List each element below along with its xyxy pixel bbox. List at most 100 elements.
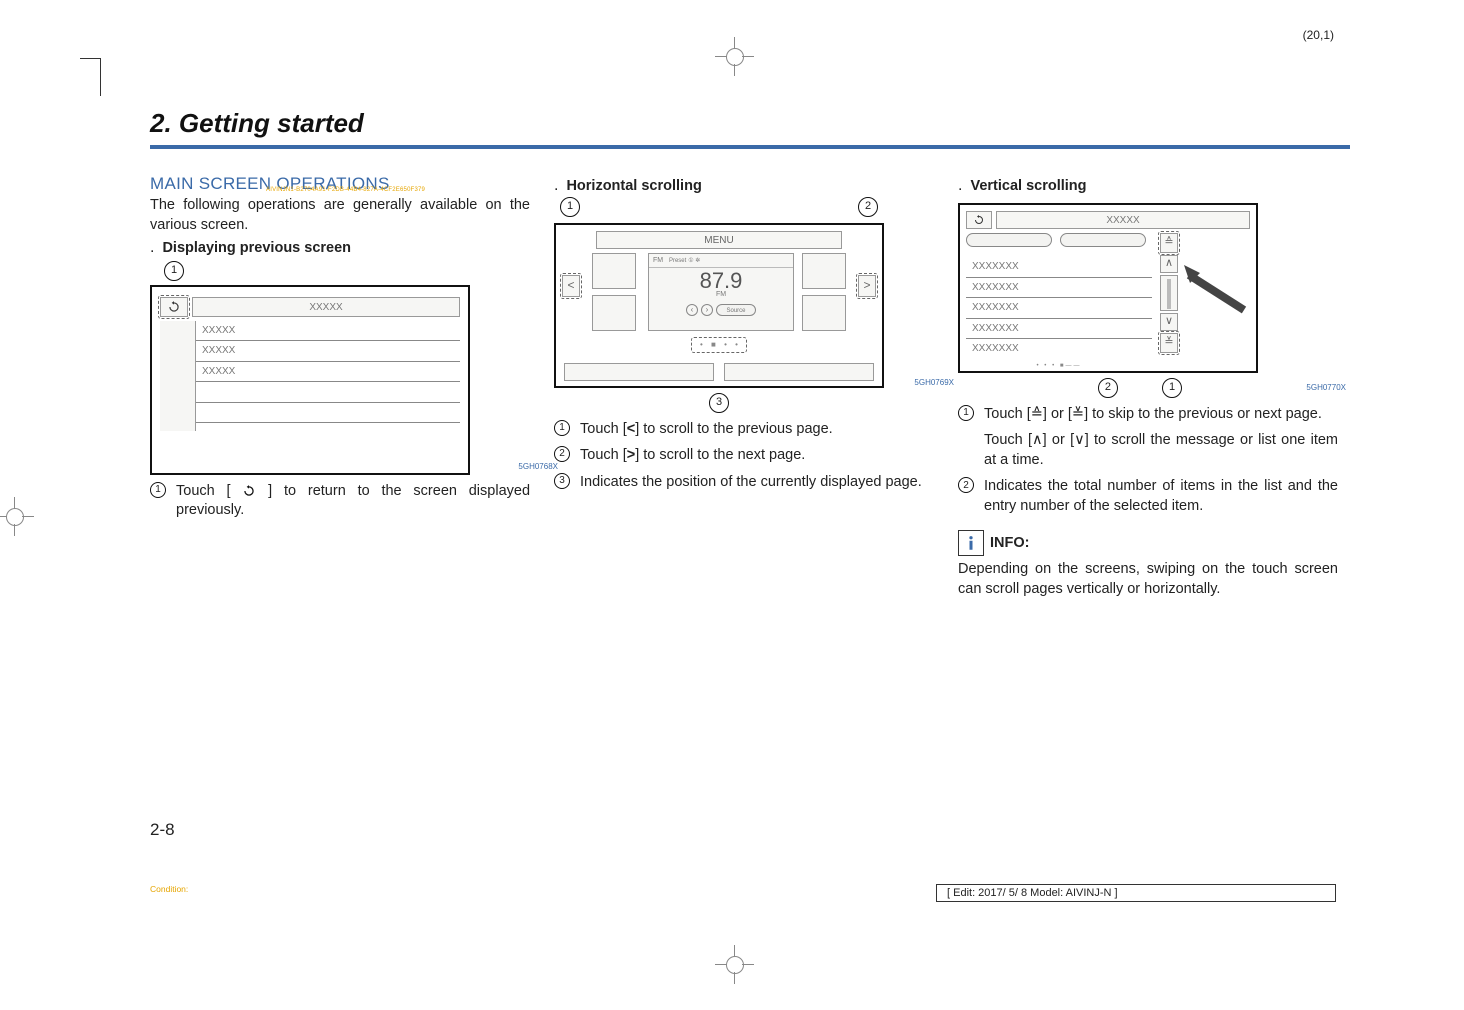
bottom-panel <box>564 363 714 381</box>
tile <box>592 253 636 289</box>
crop-mark-bottom <box>720 950 750 980</box>
bullet-dot-icon: . <box>150 240 154 256</box>
bottom-panel <box>724 363 874 381</box>
back-icon <box>167 300 181 314</box>
circled-3-icon: 3 <box>554 473 570 489</box>
double-chevron-up-icon: ≙ <box>1031 406 1043 422</box>
item-text: Touch [>] to scroll to the next page. <box>580 446 805 466</box>
figure-3: XXXXX XXXXXXX XXXXXXX XXXXXXX XXXXXXX XX… <box>958 203 1258 373</box>
callout-1: 1 <box>1162 378 1182 398</box>
chapter-title: 2. Getting started <box>150 108 1350 139</box>
list-item: XXXXX <box>196 362 460 383</box>
figure-code: 5GH0770X <box>1306 383 1346 394</box>
circled-1-icon: 1 <box>554 420 570 436</box>
scroll-next-button[interactable]: > <box>858 275 876 297</box>
trim-mark-vertical <box>100 58 101 96</box>
skip-up-button[interactable]: ≙ <box>1160 233 1178 253</box>
item-row-sub: Touch [∧] or [∨] to scroll the message o… <box>984 431 1338 470</box>
item-text: Touch [≙] or [≚] to skip to the previous… <box>984 405 1322 425</box>
figure-1: XXXXX XXXXX XXXXX XXXXX <box>150 285 470 475</box>
back-icon <box>973 214 985 226</box>
list-item: XXXXX <box>196 321 460 342</box>
figure-code: 5GH0769X <box>914 378 954 389</box>
back-button[interactable] <box>160 297 188 317</box>
info-label: INFO: <box>990 534 1029 554</box>
page-content: 2. Getting started MAIN SCREEN OPERATION… <box>150 108 1350 600</box>
item-row: 1 Touch [≙] or [≚] to skip to the previo… <box>958 405 1338 425</box>
scrollbar-track <box>1160 275 1178 311</box>
title-underline <box>150 145 1350 149</box>
chevron-down-icon: ∨ <box>1074 432 1085 448</box>
bullet-dot-icon: . <box>554 178 558 194</box>
item-text: Touch [ ] to return to the screen displa… <box>176 482 530 521</box>
info-text: Depending on the screens, swiping on the… <box>958 560 1338 599</box>
item-row: 2 Indicates the total number of items in… <box>958 477 1338 516</box>
circled-2-icon: 2 <box>554 446 570 462</box>
info-box: INFO: <box>958 530 1338 556</box>
source-button[interactable]: Source <box>716 304 756 316</box>
bullet-label: Horizontal scrolling <box>566 177 701 197</box>
callout-2: 2 <box>1098 378 1118 398</box>
tile <box>592 295 636 331</box>
radio-band: FM <box>649 290 793 299</box>
item-row: 3 Indicates the position of the currentl… <box>554 473 934 493</box>
list-item: XXXXXXX <box>966 298 1152 319</box>
radio-tile: FM Preset ① ✲ 87.9 FM ‹ › Source <box>648 253 794 331</box>
tune-up-icon[interactable]: › <box>701 304 713 316</box>
tile <box>802 253 846 289</box>
bullet-row: . Displaying previous screen <box>150 239 530 259</box>
item-text: Touch [<] to scroll to the previous page… <box>580 420 833 440</box>
tab-pill <box>1060 233 1146 247</box>
guid-code: AIVINJN1-B2704A91-F2DB-44B4-827A-4CF2E65… <box>266 186 425 194</box>
list-item: XXXXXXX <box>966 278 1152 299</box>
figure-code: 5GH0768X <box>518 462 558 473</box>
circled-1-icon: 1 <box>958 405 974 421</box>
bullet-dot-icon: . <box>958 178 962 194</box>
scroll-left-symbol: < <box>627 421 635 437</box>
page-number: 2-8 <box>150 820 175 840</box>
list-item <box>196 423 460 443</box>
condition-label: Condition: <box>150 884 188 894</box>
column-2: . Horizontal scrolling 1 2 MENU < > <box>554 173 934 600</box>
menu-title: MENU <box>596 231 842 249</box>
item-row: 1 Touch [<] to scroll to the previous pa… <box>554 420 934 440</box>
tile <box>802 295 846 331</box>
item-row: 2 Touch [>] to scroll to the next page. <box>554 446 934 466</box>
list-item: XXXXX <box>196 341 460 362</box>
scrollbar-thumb[interactable] <box>1167 279 1171 309</box>
tune-down-icon[interactable]: ‹ <box>686 304 698 316</box>
crop-mark-left <box>0 502 30 532</box>
list-item: XXXXXXX <box>966 319 1152 340</box>
callout-2: 2 <box>858 197 878 217</box>
list-item: XXXXXXX <box>966 339 1152 359</box>
back-icon <box>242 484 256 498</box>
double-chevron-down-icon: ≚ <box>1072 406 1084 422</box>
item-text: Touch [∧] or [∨] to scroll the message o… <box>984 431 1338 470</box>
list-item <box>196 403 460 424</box>
bullet-row: . Vertical scrolling <box>958 177 1338 197</box>
bullet-row: . Horizontal scrolling <box>554 177 934 197</box>
trim-mark-horizontal <box>80 58 100 59</box>
back-button[interactable] <box>966 211 992 229</box>
chevron-up-icon: ∧ <box>1032 432 1043 448</box>
section-heading: MAIN SCREEN OPERATIONS AIVINJN1-B2704A91… <box>150 173 530 196</box>
column-3: . Vertical scrolling XXXXX XXXXXXX XXXXX… <box>958 173 1338 600</box>
scroll-down-button[interactable]: ∨ <box>1160 313 1178 331</box>
section-intro: The following operations are generally a… <box>150 196 530 235</box>
preset-label: Preset <box>669 258 686 264</box>
callout-1: 1 <box>164 261 184 281</box>
screen-header: XXXXX <box>192 297 460 317</box>
circled-2-icon: 2 <box>958 477 974 493</box>
page-dots: • • • ■—— <box>966 362 1152 370</box>
page-indicator: • ■ • • <box>700 340 741 351</box>
radio-freq: 87.9 <box>649 270 793 292</box>
scroll-prev-button[interactable]: < <box>562 275 580 297</box>
item-text: Indicates the position of the currently … <box>580 473 922 493</box>
bullet-label: Displaying previous screen <box>162 239 351 259</box>
callout-1: 1 <box>560 197 580 217</box>
bullet-label: Vertical scrolling <box>970 177 1086 197</box>
scroll-up-button[interactable]: ∧ <box>1160 255 1178 273</box>
info-icon <box>958 530 984 556</box>
skip-down-button[interactable]: ≚ <box>1160 333 1178 353</box>
callout-3: 3 <box>709 393 729 413</box>
